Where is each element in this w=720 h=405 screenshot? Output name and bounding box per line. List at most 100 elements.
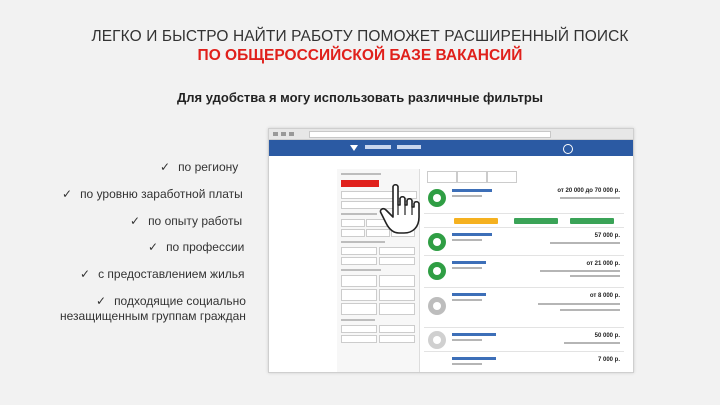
filter-housing: ✓ с предоставлением жилья xyxy=(80,267,245,281)
salary: 57 000 р. xyxy=(594,233,620,239)
education-heading xyxy=(341,319,375,321)
employer-name xyxy=(452,299,482,301)
vacancy-meta xyxy=(550,242,620,244)
vacancy-title xyxy=(452,293,486,296)
education-option xyxy=(341,325,377,333)
promo-badge xyxy=(514,218,558,224)
check-icon: ✓ xyxy=(62,187,73,201)
schedule-option xyxy=(379,289,415,301)
filter-salary: ✓ по уровню заработной платы xyxy=(62,187,243,201)
tab xyxy=(457,171,487,183)
filter-label: по региону xyxy=(178,160,239,174)
check-icon: ✓ xyxy=(96,294,107,308)
filter-region: ✓ по региону xyxy=(160,160,238,174)
education-option xyxy=(341,335,377,343)
salary: от 21 000 р. xyxy=(586,261,620,267)
vacancy-title xyxy=(452,233,492,236)
education-option xyxy=(379,325,415,333)
nav-item xyxy=(365,145,391,149)
browser-toolbar xyxy=(269,129,633,140)
filter-label: подходящие социально xyxy=(114,294,246,308)
salary: 50 000 р. xyxy=(594,333,620,339)
vacancy-title xyxy=(452,357,496,360)
promo-badge xyxy=(570,218,614,224)
filter-social-continued: незащищенным группам граждан xyxy=(60,309,246,323)
employer-logo-icon xyxy=(428,233,446,251)
region-button xyxy=(341,180,379,187)
filter-label: по опыту работы xyxy=(148,214,243,228)
employer-logo-icon xyxy=(428,189,446,207)
employer-name xyxy=(452,195,482,197)
reload-icon xyxy=(289,132,294,136)
salary-heading xyxy=(341,213,377,215)
employer-name xyxy=(452,239,482,241)
nav-item xyxy=(397,145,421,149)
filter-social: ✓ подходящие социально xyxy=(96,294,246,308)
vacancy-card: 57 000 р. xyxy=(424,229,624,256)
vacancy-card: от 20 000 до 70 000 р. xyxy=(424,185,624,214)
promo-badge xyxy=(454,218,498,224)
promo-row xyxy=(424,215,624,228)
check-icon: ✓ xyxy=(80,267,91,281)
filter-profession: ✓ по профессии xyxy=(148,240,244,254)
salary-option xyxy=(341,219,365,227)
salary-option xyxy=(341,229,365,237)
vacancy-title xyxy=(452,333,496,336)
experience-option xyxy=(379,247,415,255)
filter-label: незащищенным группам граждан xyxy=(60,309,246,323)
vacancy-meta xyxy=(560,309,620,311)
employer-logo-icon xyxy=(428,262,446,280)
filter-label: с предоставлением жилья xyxy=(98,267,245,281)
vacancy-meta xyxy=(560,197,620,199)
salary: от 20 000 до 70 000 р. xyxy=(557,188,620,194)
experience-option xyxy=(341,247,377,255)
address-bar xyxy=(309,131,551,138)
vacancy-title xyxy=(452,189,492,192)
employer-logo-icon xyxy=(428,331,446,349)
heading-line-1: ЛЕГКО И БЫСТРО НАЙТИ РАБОТУ ПОМОЖЕТ РАСШ… xyxy=(91,28,629,45)
panel-heading xyxy=(341,173,381,175)
schedule-option xyxy=(379,275,415,287)
check-icon: ✓ xyxy=(130,214,141,228)
schedule-option xyxy=(379,303,415,315)
website-screenshot: от 20 000 до 70 000 р. 57 000 р. от 21 0… xyxy=(268,128,634,373)
schedule-option xyxy=(341,303,377,315)
vacancy-card: от 8 000 р. xyxy=(424,289,624,328)
vacancy-title xyxy=(452,261,486,264)
employer-name xyxy=(452,363,482,365)
vacancy-meta xyxy=(564,342,620,344)
filter-label: по уровню заработной платы xyxy=(80,187,243,201)
schedule-heading xyxy=(341,269,381,271)
tab xyxy=(427,171,457,183)
vacancy-card: от 21 000 р. xyxy=(424,257,624,288)
experience-option xyxy=(379,257,415,265)
salary: 7 000 р. xyxy=(597,357,620,363)
hand-pointer-icon xyxy=(379,183,420,234)
salary: от 8 000 р. xyxy=(589,293,620,299)
experience-heading xyxy=(341,241,385,243)
vacancy-card: 50 000 р. xyxy=(424,329,624,352)
education-option xyxy=(379,335,415,343)
employer-name xyxy=(452,339,482,341)
check-icon: ✓ xyxy=(148,240,159,254)
filter-label: по профессии xyxy=(166,240,245,254)
vacancy-card: 7 000 р. xyxy=(424,353,624,372)
vacancy-meta xyxy=(570,275,620,277)
subtitle: Для удобства я могу использовать различн… xyxy=(177,90,543,105)
back-icon xyxy=(273,132,278,136)
site-header xyxy=(269,140,633,156)
vacancy-meta xyxy=(538,303,620,305)
site-logo-icon xyxy=(350,145,358,151)
heading-line-2: ПО ОБЩЕРОССИЙСКОЙ БАЗЕ ВАКАНСИЙ xyxy=(197,47,523,64)
schedule-option xyxy=(341,289,377,301)
experience-option xyxy=(341,257,377,265)
search-icon xyxy=(563,144,573,154)
tab xyxy=(487,171,517,183)
filter-experience: ✓ по опыту работы xyxy=(130,214,242,228)
employer-name xyxy=(452,267,482,269)
schedule-option xyxy=(341,275,377,287)
forward-icon xyxy=(281,132,286,136)
check-icon: ✓ xyxy=(160,160,171,174)
employer-logo-icon xyxy=(428,297,446,315)
vacancy-meta xyxy=(540,270,620,272)
